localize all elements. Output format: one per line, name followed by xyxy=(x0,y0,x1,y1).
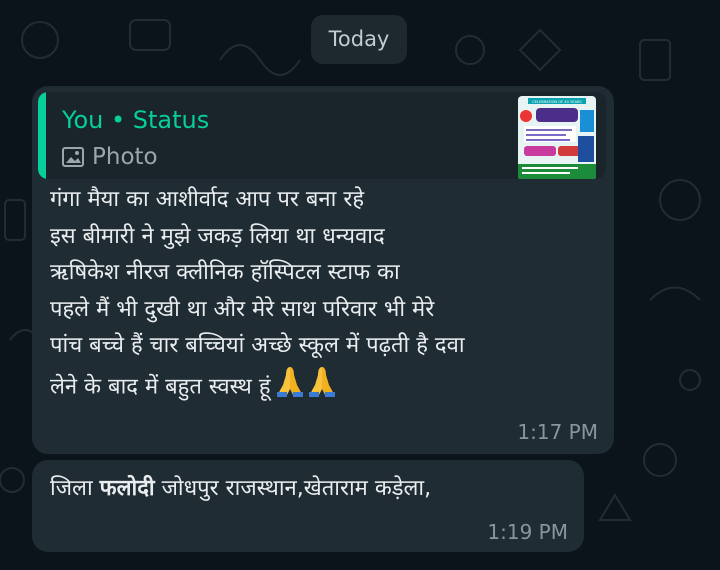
thumbnail-caption: CELEBRATION OF 40 YEARS xyxy=(532,100,582,104)
text-bold: फलोदी xyxy=(99,476,155,501)
status-thumbnail[interactable]: CELEBRATION OF 40 YEARS xyxy=(518,96,596,179)
message-text: जिला फलोदी जोधपुर राजस्थान,खेताराम कड़ेल… xyxy=(50,471,580,507)
quote-subtitle-label: Photo xyxy=(92,144,158,170)
message-text: गंगा मैया का आशीर्वाद आप पर बना रहे इस ब… xyxy=(50,182,600,409)
status-reply-quote[interactable]: You • Status Photo CELEBRATION OF 40 YEA… xyxy=(38,92,606,179)
message-body: गंगा मैया का आशीर्वाद आप पर बना रहे इस ब… xyxy=(50,187,465,399)
thumbnail-graphic: CELEBRATION OF 40 YEARS xyxy=(518,96,596,179)
date-separator: Today xyxy=(311,15,407,64)
message-bubble[interactable]: You • Status Photo CELEBRATION OF 40 YEA… xyxy=(32,86,614,454)
quote-subtitle: Photo xyxy=(62,144,158,170)
message-bubble[interactable]: जिला फलोदी जोधपुर राजस्थान,खेताराम कड़ेल… xyxy=(32,460,584,552)
image-icon xyxy=(62,147,84,167)
message-timestamp: 1:17 PM xyxy=(517,420,598,444)
text-before: जिला xyxy=(50,476,100,501)
folded-hands-icon xyxy=(275,365,337,410)
quote-accent-bar xyxy=(38,92,46,179)
message-timestamp: 1:19 PM xyxy=(487,520,568,544)
text-after: जोधपुर राजस्थान,खेताराम कड़ेला, xyxy=(154,476,432,501)
quote-title: You • Status xyxy=(62,106,210,134)
